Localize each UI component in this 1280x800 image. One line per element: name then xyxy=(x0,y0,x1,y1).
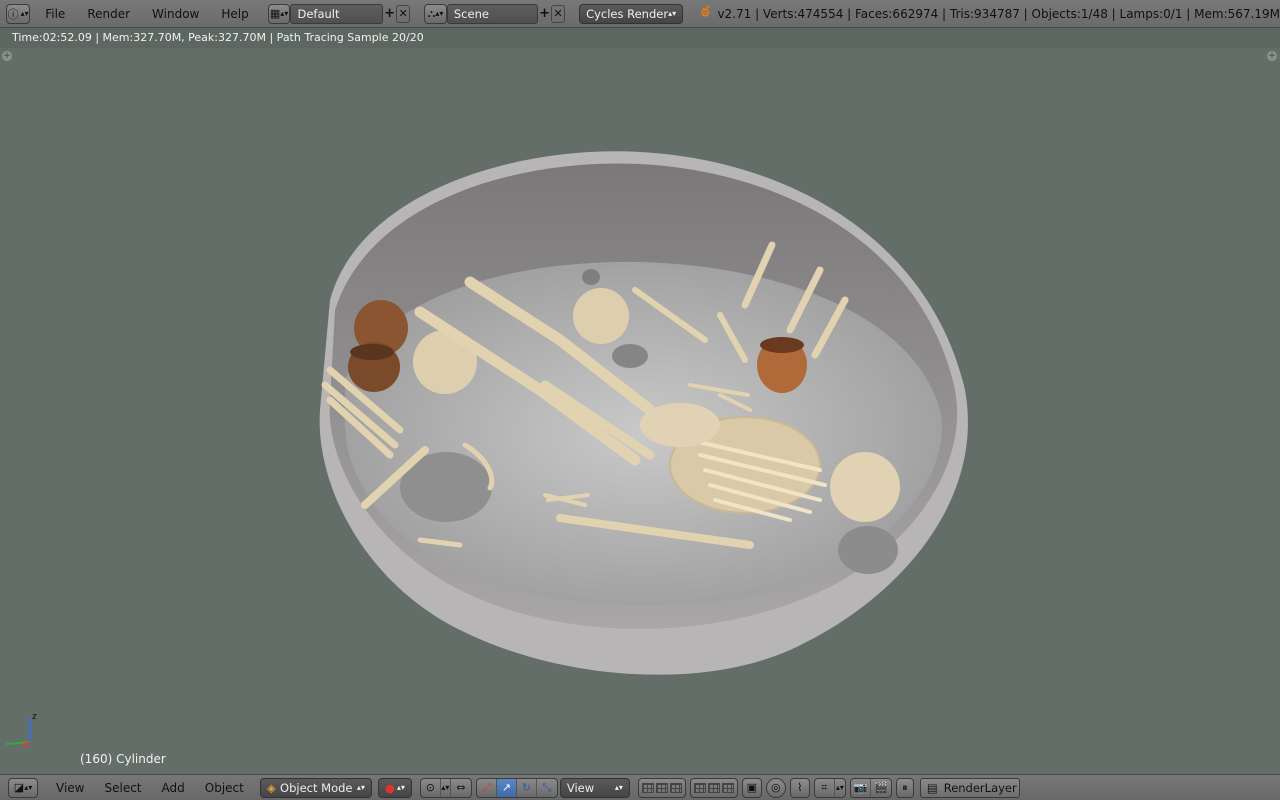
screen-layout-field[interactable]: Default xyxy=(290,3,383,24)
blender-logo-icon: ఠ xyxy=(701,4,710,20)
menu-add[interactable]: Add xyxy=(152,781,195,795)
menu-object[interactable]: Object xyxy=(195,781,254,795)
scene-name: Scene xyxy=(453,6,489,21)
menu-view[interactable]: View xyxy=(46,781,94,795)
layers-grid-icon[interactable] xyxy=(655,782,668,793)
render-animation-icon[interactable]: 🎬 xyxy=(871,779,891,797)
pause-render-icon[interactable]: ⏸ xyxy=(895,777,914,798)
render-engine-dropdown[interactable]: Cycles Render ▴▾ xyxy=(579,3,684,24)
layout-grid-icon: ▦ xyxy=(269,7,281,20)
layers-grid-icon[interactable] xyxy=(707,782,720,793)
chevron-updown-icon: ▴▾ xyxy=(280,9,289,18)
layers-grid-icon[interactable] xyxy=(641,782,654,793)
translate-manipulator-icon[interactable]: ↗ xyxy=(496,778,517,797)
burial-pit xyxy=(319,151,968,675)
snap-increment-icon[interactable]: ⌗ xyxy=(815,778,835,797)
transform-orientation-dropdown[interactable]: View ▴▾ xyxy=(559,777,630,798)
orientation-label: View xyxy=(566,780,595,795)
screen-layout-selector[interactable]: ▦ ▴▾ xyxy=(267,3,291,24)
editor-type-3dview-button[interactable]: ◪ ▴▾ xyxy=(8,777,38,798)
snap-element-group: ⌗ ▴▾ xyxy=(813,777,846,798)
scene-icon: ⛬ xyxy=(427,6,436,20)
close-layout-icon[interactable]: ✕ xyxy=(396,4,411,23)
scene-layers-group-2 xyxy=(689,777,738,798)
render-still-icon[interactable]: 📷 xyxy=(851,778,871,797)
info-header: ⓘ ▴▾ File Render Window Help ▦ ▴▾ Default … xyxy=(0,0,1280,28)
close-scene-icon[interactable]: ✕ xyxy=(551,4,566,23)
chevron-updown-icon: ▴▾ xyxy=(356,783,365,792)
render-status-text: Time:02:52.09 | Mem:327.70M, Peak:327.70… xyxy=(12,31,424,44)
manipulator-toggle-icon[interactable]: ⇔ xyxy=(451,779,471,797)
render-status-bar: Time:02:52.09 | Mem:327.70M, Peak:327.70… xyxy=(0,28,1280,48)
proportional-edit-icon[interactable]: ◎ xyxy=(765,777,786,798)
menu-help[interactable]: Help xyxy=(210,4,259,24)
menu-file[interactable]: File xyxy=(34,4,76,24)
chevron-updown-icon[interactable]: ▴▾ xyxy=(441,778,451,797)
scene-field[interactable]: Scene xyxy=(446,3,538,24)
scene-layers-group-1 xyxy=(637,777,686,798)
screen-layout-name: Default xyxy=(297,6,340,21)
cube-icon: ◪ xyxy=(13,781,25,794)
render-layer-field[interactable]: ▤ RenderLayer xyxy=(919,777,1020,798)
info-icon: ⓘ xyxy=(7,7,19,21)
chevron-updown-icon: ▴▾ xyxy=(24,783,33,792)
chevron-updown-icon: ▴▾ xyxy=(396,783,405,792)
chevron-updown-icon: ▴▾ xyxy=(614,783,623,792)
manipulator-axis-icon[interactable]: ⤢ xyxy=(477,778,497,797)
pivot-point-icon[interactable]: ⊙ xyxy=(421,778,441,797)
pivot-snap-group: ⊙ ▴▾ ⇔ xyxy=(419,777,472,798)
menu-window[interactable]: Window xyxy=(141,4,210,24)
scene-selector[interactable]: ⛬ ▴▾ xyxy=(424,3,447,24)
layers-grid-icon[interactable] xyxy=(721,782,734,793)
add-scene-icon[interactable]: + xyxy=(538,5,551,23)
editor-type-button[interactable]: ⓘ ▴▾ xyxy=(6,3,31,24)
layers-grid-icon[interactable] xyxy=(669,782,682,793)
axis-z-label: z xyxy=(32,712,37,722)
chevron-updown-icon: ▴▾ xyxy=(668,9,677,18)
render-layer-icon: ▤ xyxy=(926,780,938,795)
active-object-label: (160) Cylinder xyxy=(80,752,166,766)
mode-label: Object Mode xyxy=(280,780,353,795)
render-buttons-group: 📷 🎬 xyxy=(849,777,892,798)
viewport-render[interactable] xyxy=(0,48,1280,774)
layers-grid-icon[interactable] xyxy=(693,782,706,793)
scene-stats: v2.71 | Verts:474554 | Faces:662974 | Tr… xyxy=(717,6,1280,21)
scale-manipulator-icon[interactable]: ⤡ xyxy=(537,779,557,797)
transform-manipulator-group: ⤢ ↗ ↻ ⤡ xyxy=(475,777,558,798)
render-engine-label: Cycles Render xyxy=(586,6,669,21)
object-mode-icon: ◈ xyxy=(266,780,276,795)
render-layer-label: RenderLayer xyxy=(943,780,1017,795)
layer-lock-icon[interactable]: ▣ xyxy=(741,777,762,798)
3d-view-header: ◪ ▴▾ View Select Add Object ◈ Object Mode… xyxy=(0,774,1280,800)
chevron-updown-icon: ▴▾ xyxy=(20,9,29,18)
viewport-shading-dropdown[interactable]: ● ▴▾ xyxy=(377,777,412,798)
mode-dropdown[interactable]: ◈ Object Mode ▴▾ xyxy=(259,777,372,798)
shading-rendered-icon: ● xyxy=(384,780,395,795)
chevron-updown-icon[interactable]: ▴▾ xyxy=(835,779,845,797)
menu-select[interactable]: Select xyxy=(94,781,151,795)
axis-gizmo: z xyxy=(5,712,37,747)
rotate-manipulator-icon[interactable]: ↻ xyxy=(517,778,537,797)
add-layout-icon[interactable]: + xyxy=(383,5,396,23)
chevron-updown-icon: ▴▾ xyxy=(435,9,444,18)
snap-toggle-icon[interactable]: ⌇ xyxy=(789,777,810,798)
menu-render[interactable]: Render xyxy=(76,4,141,24)
